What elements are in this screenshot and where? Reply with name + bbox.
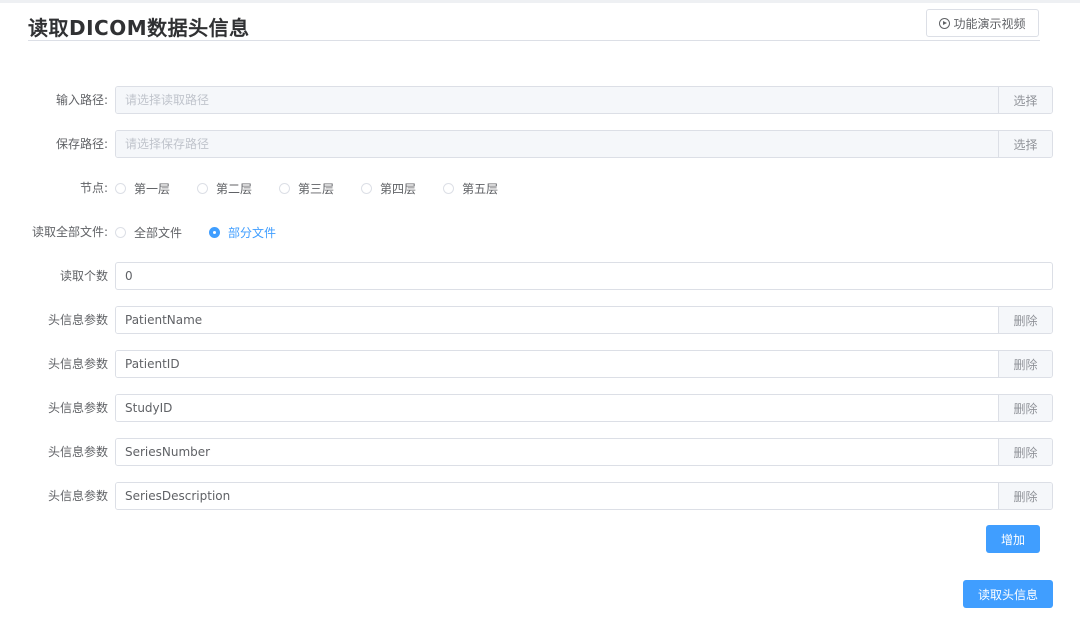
read-count-label: 读取个数 <box>59 269 108 283</box>
radio-circle-icon <box>279 182 291 194</box>
input-path-row: 输入路径: 选择 <box>0 86 1080 114</box>
input-path-field[interactable] <box>116 87 998 113</box>
header-param-group: 删除 <box>115 438 1053 466</box>
node-radio-1[interactable]: 第一层 <box>115 180 170 197</box>
node-radio-label: 第三层 <box>298 181 335 196</box>
header-param-input[interactable] <box>116 483 998 509</box>
node-radio-3[interactable]: 第三层 <box>279 180 334 197</box>
save-path-group: 选择 <box>115 130 1053 158</box>
node-radio-label: 第五层 <box>462 181 499 196</box>
input-path-group: 选择 <box>115 86 1053 114</box>
header-param-group: 删除 <box>115 350 1053 378</box>
radio-circle-icon <box>443 182 455 194</box>
play-circle-icon <box>939 17 951 29</box>
header-param-group: 删除 <box>115 306 1053 334</box>
header-param-row: 头信息参数 删除 <box>0 438 1080 466</box>
delete-param-button[interactable]: 删除 <box>998 395 1052 421</box>
header-param-input[interactable] <box>116 307 998 333</box>
header-param-group: 删除 <box>115 394 1053 422</box>
radio-partial-files[interactable]: 部分文件 <box>209 224 276 241</box>
radio-checked-icon <box>209 226 221 238</box>
demo-video-button[interactable]: 功能演示视频 <box>926 9 1039 37</box>
read-count-row: 读取个数 0 <box>0 262 1080 290</box>
radio-all-files[interactable]: 全部文件 <box>115 224 182 241</box>
header-param-input[interactable] <box>116 395 998 421</box>
delete-param-button[interactable]: 删除 <box>998 351 1052 377</box>
read-all-row: 读取全部文件: 全部文件 部分文件 <box>0 218 1080 246</box>
node-radio-group: 第一层 第二层 第三层 第四层 第五层 <box>115 174 525 202</box>
header-param-input[interactable] <box>116 351 998 377</box>
header-param-label: 头信息参数 <box>47 401 108 415</box>
delete-param-button[interactable]: 删除 <box>998 307 1052 333</box>
title-divider <box>28 40 1040 41</box>
header-param-group: 删除 <box>115 482 1053 510</box>
node-radio-2[interactable]: 第二层 <box>197 180 252 197</box>
delete-param-button[interactable]: 删除 <box>998 483 1052 509</box>
read-all-label: 读取全部文件: <box>31 225 108 239</box>
page-title: 读取DICOM数据头信息 <box>28 16 250 40</box>
header-param-row: 头信息参数 删除 <box>0 394 1080 422</box>
read-header-button[interactable]: 读取头信息 <box>963 580 1053 608</box>
radio-circle-icon <box>115 226 126 238</box>
node-radio-label: 第一层 <box>134 181 171 196</box>
header-param-row: 头信息参数 删除 <box>0 350 1080 378</box>
node-radio-5[interactable]: 第五层 <box>443 180 498 197</box>
header-param-label: 头信息参数 <box>47 313 108 327</box>
node-radio-4[interactable]: 第四层 <box>361 180 416 197</box>
node-radio-label: 第四层 <box>380 181 417 196</box>
node-radio-label: 第二层 <box>216 181 253 196</box>
radio-partial-files-label: 部分文件 <box>228 225 277 240</box>
add-param-button[interactable]: 增加 <box>986 525 1040 553</box>
read-count-input[interactable]: 0 <box>115 262 1053 290</box>
radio-circle-icon <box>361 182 373 194</box>
input-path-label: 输入路径: <box>55 93 108 107</box>
save-path-row: 保存路径: 选择 <box>0 130 1080 158</box>
header-param-label: 头信息参数 <box>47 489 108 503</box>
radio-circle-icon <box>197 182 209 194</box>
save-path-label: 保存路径: <box>55 137 108 151</box>
input-path-select-button[interactable]: 选择 <box>998 87 1052 113</box>
node-label: 节点: <box>79 181 108 195</box>
header-param-label: 头信息参数 <box>47 357 108 371</box>
read-all-radio-group: 全部文件 部分文件 <box>115 218 303 246</box>
delete-param-button[interactable]: 删除 <box>998 439 1052 465</box>
header-param-input[interactable] <box>116 439 998 465</box>
header-param-label: 头信息参数 <box>47 445 108 459</box>
radio-circle-icon <box>115 182 126 194</box>
header-param-row: 头信息参数 删除 <box>0 306 1080 334</box>
save-path-field[interactable] <box>116 131 998 157</box>
save-path-select-button[interactable]: 选择 <box>998 131 1052 157</box>
radio-all-files-label: 全部文件 <box>134 225 183 240</box>
demo-video-label: 功能演示视频 <box>953 16 1026 31</box>
node-row: 节点: 第一层 第二层 第三层 第四层 第五层 <box>0 174 1080 202</box>
top-border <box>0 0 1080 3</box>
header-param-row: 头信息参数 删除 <box>0 482 1080 510</box>
